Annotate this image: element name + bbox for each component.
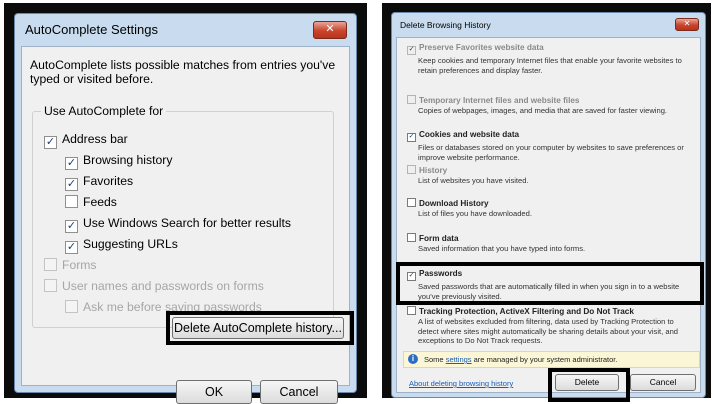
option-label: User names and passwords on forms [62, 279, 264, 293]
suggesting-urls-checkbox[interactable]: ✓ Suggesting URLs [65, 237, 178, 254]
option-label: Use Windows Search for better results [83, 216, 291, 230]
settings-link[interactable]: settings [446, 355, 472, 364]
checkbox-unchecked-icon [407, 198, 416, 207]
tracking-protection-option[interactable]: Tracking Protection, ActiveX Filtering a… [407, 306, 689, 346]
windows-search-checkbox[interactable]: ✓ Use Windows Search for better results [65, 216, 291, 233]
dialog-body: ✓ Preserve Favorites website data Keep co… [396, 37, 704, 402]
option-label: Download History [419, 199, 489, 208]
option-description: Files or databases stored on your comput… [418, 143, 684, 162]
browsing-history-checkbox[interactable]: ✓ Browsing history [65, 153, 172, 170]
checkbox-checked-icon: ✓ [65, 241, 78, 254]
checkbox-checked-icon: ✓ [65, 220, 78, 233]
option-title: History [407, 165, 689, 175]
option-description: Saved passwords that are automatically f… [418, 282, 680, 301]
option-title: Download History [407, 198, 689, 208]
checkbox-checked-icon: ✓ [65, 157, 78, 170]
admin-info-bar: i Some settings are managed by your syst… [403, 351, 700, 368]
temporary-files-option[interactable]: Temporary Internet files and website fil… [407, 95, 689, 116]
checkbox-unchecked-icon [407, 233, 416, 242]
checkbox-checked-icon: ✓ [407, 133, 416, 142]
option-title: ✓ Passwords [407, 269, 689, 281]
option-label: Tracking Protection, ActiveX Filtering a… [419, 307, 634, 316]
checkbox-unchecked-icon [407, 95, 416, 104]
passwords-option[interactable]: ✓ Passwords Saved passwords that are auto… [407, 269, 689, 301]
checkbox-unchecked-icon [65, 195, 78, 208]
close-icon: ✕ [683, 19, 691, 28]
ok-button[interactable]: OK [176, 380, 252, 404]
dialog-title: AutoComplete Settings [25, 22, 158, 37]
checkbox-checked-icon: ✓ [65, 178, 78, 191]
checkbox-checked-icon: ✓ [407, 272, 416, 281]
info-prefix: Some [424, 355, 444, 364]
checkbox-unchecked-icon [65, 300, 78, 313]
checkbox-unchecked-icon [44, 258, 57, 271]
form-data-option[interactable]: Form data Saved information that you hav… [407, 233, 689, 254]
about-deleting-link[interactable]: About deleting browsing history [409, 379, 513, 388]
history-option[interactable]: History List of websites you have visite… [407, 165, 689, 186]
checkbox-unchecked-icon [407, 165, 416, 174]
download-history-option[interactable]: Download History List of files you have … [407, 198, 689, 219]
option-label: History [419, 166, 448, 175]
close-icon: ✕ [325, 23, 335, 35]
preserve-favorites-option[interactable]: ✓ Preserve Favorites website data Keep co… [407, 43, 689, 75]
option-label: Form data [419, 234, 459, 243]
cancel-button[interactable]: Cancel [260, 380, 338, 404]
close-button[interactable]: ✕ [313, 21, 347, 39]
option-label: Feeds [83, 195, 117, 209]
option-label: Suggesting URLs [83, 237, 178, 251]
option-label: Favorites [83, 174, 134, 188]
option-title: Tracking Protection, ActiveX Filtering a… [407, 306, 689, 316]
close-button[interactable]: ✕ [675, 18, 699, 31]
checkbox-unchecked-icon [44, 279, 57, 292]
option-description: Keep cookies and temporary Internet file… [418, 56, 682, 75]
option-label: Forms [62, 258, 97, 272]
option-title: Form data [407, 233, 689, 243]
option-label: Address bar [62, 132, 128, 146]
checkbox-unchecked-icon [407, 306, 416, 315]
info-icon: i [408, 354, 418, 364]
favorites-checkbox[interactable]: ✓ Favorites [65, 174, 133, 191]
delete-browsing-history-dialog: Delete Browsing History ✕ ✓ Preserve Favo… [391, 12, 706, 402]
dialog-title: Delete Browsing History [400, 20, 491, 30]
cookies-option[interactable]: ✓ Cookies and website data Files or datab… [407, 130, 689, 162]
autocomplete-description: AutoComplete lists possible matches from… [30, 58, 336, 86]
option-title: ✓ Preserve Favorites website data [407, 43, 689, 55]
option-description: A list of websites excluded from filteri… [418, 317, 679, 345]
option-description: Saved information that you have typed in… [418, 244, 586, 253]
option-description: List of websites you have visited. [418, 176, 529, 185]
checkbox-checked-icon: ✓ [44, 136, 57, 149]
cancel-button[interactable]: Cancel [630, 374, 696, 391]
titlebar: AutoComplete Settings ✕ [15, 14, 356, 44]
option-label: Preserve Favorites website data [419, 43, 544, 52]
usernames-passwords-checkbox: User names and passwords on forms [44, 279, 264, 293]
info-suffix: are managed by your system administrator… [473, 355, 618, 364]
feeds-checkbox[interactable]: Feeds [65, 195, 117, 209]
option-description: List of files you have downloaded. [418, 209, 532, 218]
forms-checkbox: Forms [44, 258, 97, 272]
option-label: Passwords [419, 269, 463, 278]
dialog-body: AutoComplete lists possible matches from… [21, 46, 354, 404]
titlebar: Delete Browsing History ✕ [392, 13, 705, 37]
option-title: ✓ Cookies and website data [407, 130, 689, 142]
option-label: Temporary Internet files and website fil… [419, 96, 580, 105]
address-bar-checkbox[interactable]: ✓ Address bar [44, 132, 128, 149]
delete-autocomplete-history-button[interactable]: Delete AutoComplete history... [172, 317, 344, 339]
info-message: Some settings are managed by your system… [424, 355, 617, 364]
checkbox-checked-icon: ✓ [407, 46, 416, 55]
option-label: Browsing history [83, 153, 173, 167]
group-label: Use AutoComplete for [41, 104, 167, 118]
option-label: Cookies and website data [419, 130, 520, 139]
option-description: Copies of webpages, images, and media th… [418, 106, 668, 115]
delete-button[interactable]: Delete [555, 374, 619, 391]
autocomplete-settings-dialog: AutoComplete Settings ✕ AutoComplete lis… [14, 13, 357, 404]
option-title: Temporary Internet files and website fil… [407, 95, 689, 105]
